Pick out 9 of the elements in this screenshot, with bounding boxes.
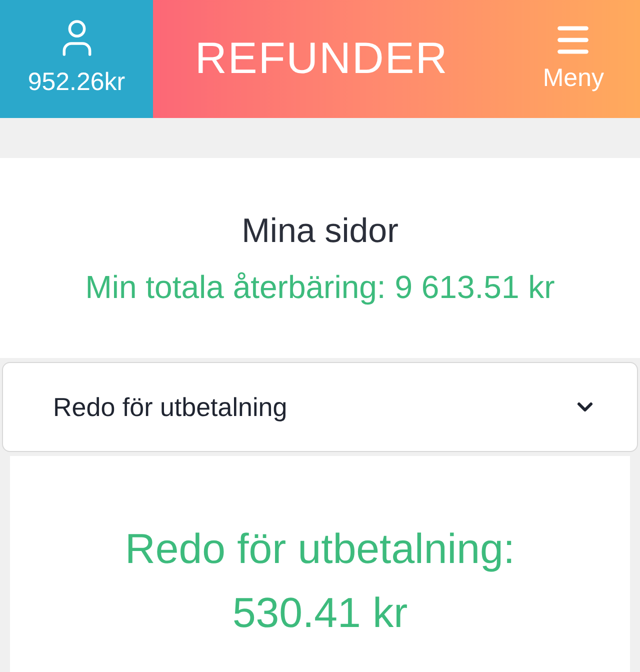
- page-title: Mina sidor: [242, 210, 398, 252]
- status-dropdown[interactable]: Redo för utbetalning: [2, 362, 638, 452]
- total-refund: Min totala återbäring: 9 613.51 kr: [85, 268, 555, 307]
- payout-amount: Redo för utbetalning:: [125, 524, 515, 574]
- menu-button[interactable]: Meny: [542, 20, 604, 98]
- logo[interactable]: REFUNDER: [195, 26, 448, 92]
- payout-amount: 530.41 kr: [232, 588, 408, 638]
- balance: 952.26kr: [28, 67, 126, 98]
- account-button[interactable]: 952.26kr: [0, 0, 153, 118]
